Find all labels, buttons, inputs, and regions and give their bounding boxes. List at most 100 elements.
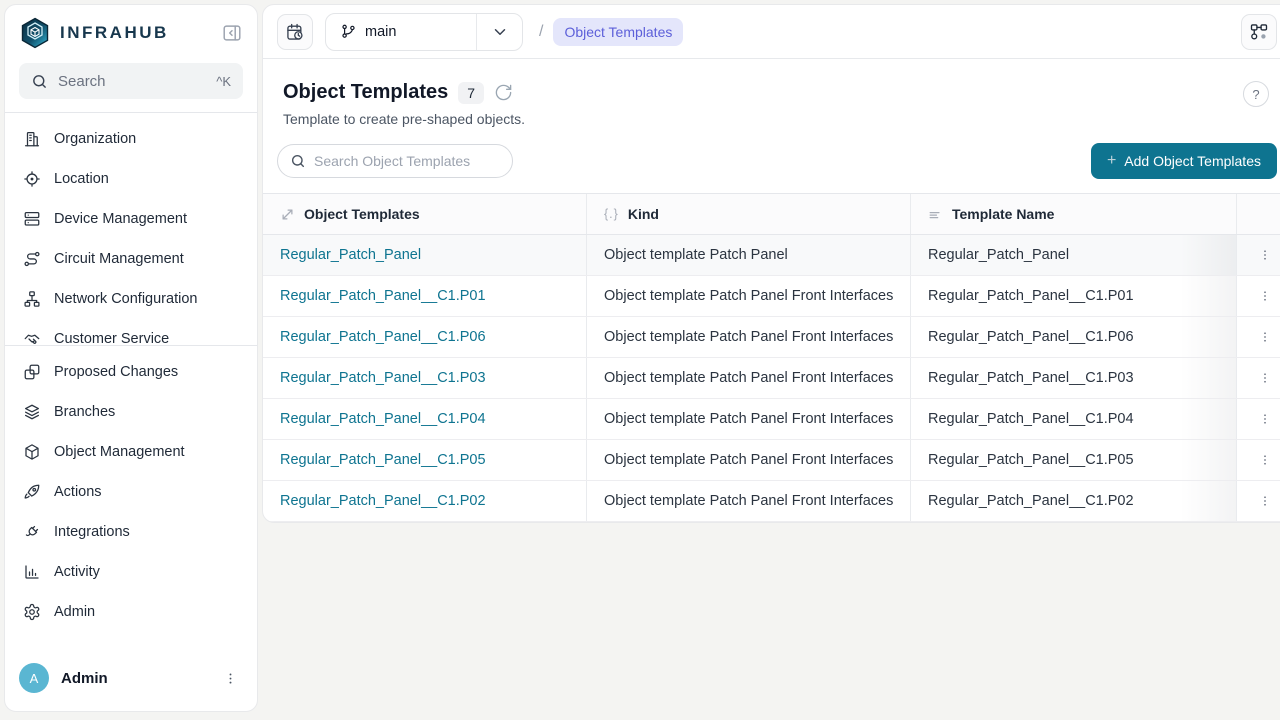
sidebar-user[interactable]: A Admin	[5, 649, 257, 711]
count-badge: 7	[458, 82, 484, 104]
sidebar-item-proposed-changes[interactable]: Proposed Changes	[5, 352, 257, 392]
infrahub-logo-icon	[19, 17, 51, 49]
hierarchy-icon	[23, 290, 41, 308]
column-header-object-templates[interactable]: Object Templates	[263, 194, 587, 234]
diagonal-arrows-icon	[280, 207, 295, 222]
refresh-icon[interactable]	[494, 83, 513, 102]
column-header-kind[interactable]: {.} Kind	[587, 194, 911, 234]
sidebar-item-object-management[interactable]: Object Management	[5, 432, 257, 472]
main-panel: main / Object Templates Object Templates…	[262, 4, 1280, 523]
breadcrumb-object-templates[interactable]: Object Templates	[553, 18, 683, 46]
row-template-name: Regular_Patch_Panel__C1.P04	[928, 411, 1134, 427]
row-link[interactable]: Regular_Patch_Panel__C1.P02	[280, 493, 486, 509]
column-label: Kind	[628, 206, 659, 222]
row-link[interactable]: Regular_Patch_Panel__C1.P04	[280, 411, 486, 427]
row-kebab-icon[interactable]	[1254, 285, 1276, 307]
sidebar-item-label: Network Configuration	[54, 291, 197, 307]
calendar-clock-icon[interactable]	[277, 14, 313, 50]
brand-name: INFRAHUB	[60, 23, 219, 43]
sidebar-item-device-management[interactable]: Device Management	[5, 199, 257, 239]
sidebar-item-circuit-management[interactable]: Circuit Management	[5, 239, 257, 279]
sidebar-item-organization[interactable]: Organization	[5, 119, 257, 159]
sidebar-item-branches[interactable]: Branches	[5, 392, 257, 432]
row-link[interactable]: Regular_Patch_Panel__C1.P05	[280, 452, 486, 468]
row-kind: Object template Patch Panel Front Interf…	[604, 452, 893, 468]
schema-icon[interactable]	[1241, 14, 1277, 50]
sidebar-item-network-configuration[interactable]: Network Configuration	[5, 279, 257, 319]
plus-icon: +	[1107, 152, 1116, 170]
row-template-name: Regular_Patch_Panel__C1.P02	[928, 493, 1134, 509]
row-kind: Object template Patch Panel Front Interf…	[604, 370, 893, 386]
sidebar-item-actions[interactable]: Actions	[5, 472, 257, 512]
page-header: Object Templates 7 Template to create pr…	[263, 59, 1280, 127]
sidebar-item-admin[interactable]: Admin	[5, 592, 257, 632]
search-object-templates-input[interactable]	[277, 144, 513, 178]
table-row[interactable]: Regular_Patch_Panel__C1.P02 Object templ…	[263, 481, 1280, 522]
add-button-label: Add Object Templates	[1124, 153, 1261, 169]
branch-name: main	[365, 24, 396, 40]
table-row[interactable]: Regular_Patch_Panel__C1.P01 Object templ…	[263, 276, 1280, 317]
handshake-icon	[23, 330, 41, 345]
sidebar-item-label: Integrations	[54, 524, 130, 540]
table-row[interactable]: Regular_Patch_Panel__C1.P05 Object templ…	[263, 440, 1280, 481]
rocket-icon	[23, 483, 41, 501]
topbar: main / Object Templates	[263, 5, 1280, 59]
sidebar-search[interactable]: Search ^K	[19, 63, 243, 99]
sidebar-item-label: Location	[54, 171, 109, 187]
help-button[interactable]: ?	[1243, 81, 1269, 107]
sidebar-item-customer-service[interactable]: Customer Service	[5, 319, 257, 345]
sidebar-item-location[interactable]: Location	[5, 159, 257, 199]
row-kind: Object template Patch Panel Front Interf…	[604, 329, 893, 345]
row-template-name: Regular_Patch_Panel	[928, 247, 1069, 263]
row-template-name: Regular_Patch_Panel__C1.P01	[928, 288, 1134, 304]
row-link[interactable]: Regular_Patch_Panel__C1.P06	[280, 329, 486, 345]
row-link[interactable]: Regular_Patch_Panel	[280, 247, 421, 263]
row-kebab-icon[interactable]	[1254, 408, 1276, 430]
row-kebab-icon[interactable]	[1254, 449, 1276, 471]
table-row[interactable]: Regular_Patch_Panel Object template Patc…	[263, 235, 1280, 276]
branch-selector[interactable]: main	[325, 13, 523, 51]
git-branch-icon	[340, 23, 357, 40]
user-name: Admin	[61, 670, 219, 687]
row-kebab-icon[interactable]	[1254, 244, 1276, 266]
row-link[interactable]: Regular_Patch_Panel__C1.P03	[280, 370, 486, 386]
table-row[interactable]: Regular_Patch_Panel__C1.P04 Object templ…	[263, 399, 1280, 440]
row-kebab-icon[interactable]	[1254, 490, 1276, 512]
sidebar-item-label: Device Management	[54, 211, 187, 227]
layers-icon	[23, 403, 41, 421]
search-icon	[31, 73, 48, 90]
user-menu-kebab-icon[interactable]	[219, 667, 241, 689]
sidebar-item-label: Circuit Management	[54, 251, 184, 267]
branch-selector-value: main	[326, 23, 476, 40]
breadcrumb-separator: /	[539, 23, 543, 41]
row-kebab-icon[interactable]	[1254, 326, 1276, 348]
column-label: Object Templates	[304, 206, 420, 222]
row-link[interactable]: Regular_Patch_Panel__C1.P01	[280, 288, 486, 304]
add-object-templates-button[interactable]: + Add Object Templates	[1091, 143, 1277, 179]
sidebar-item-label: Branches	[54, 404, 115, 420]
row-kind: Object template Patch Panel	[604, 247, 788, 263]
building-icon	[23, 130, 41, 148]
row-kebab-icon[interactable]	[1254, 367, 1276, 389]
table-row[interactable]: Regular_Patch_Panel__C1.P06 Object templ…	[263, 317, 1280, 358]
sidebar-menu-primary: Organization Location Device Management …	[5, 113, 257, 345]
column-header-actions	[1237, 194, 1280, 234]
column-header-template-name[interactable]: Template Name	[911, 194, 1237, 234]
page-description: Template to create pre-shaped objects.	[283, 111, 1273, 127]
row-template-name: Regular_Patch_Panel__C1.P03	[928, 370, 1134, 386]
braces-icon: {.}	[604, 207, 619, 221]
table-row[interactable]: Regular_Patch_Panel__C1.P03 Object templ…	[263, 358, 1280, 399]
sidebar-item-integrations[interactable]: Integrations	[5, 512, 257, 552]
sidebar-item-activity[interactable]: Activity	[5, 552, 257, 592]
table-header-row: Object Templates {.} Kind Template Name	[263, 194, 1280, 235]
cube-icon	[23, 443, 41, 461]
page-title: Object Templates	[283, 81, 448, 104]
sidebar-item-label: Actions	[54, 484, 102, 500]
sidebar-menu-secondary: Proposed Changes Branches Object Managem…	[5, 346, 257, 632]
row-template-name: Regular_Patch_Panel__C1.P05	[928, 452, 1134, 468]
chart-icon	[23, 563, 41, 581]
collapse-sidebar-icon[interactable]	[219, 20, 245, 46]
chevron-down-icon[interactable]	[476, 14, 522, 50]
avatar: A	[19, 663, 49, 693]
sidebar-item-label: Customer Service	[54, 331, 169, 345]
